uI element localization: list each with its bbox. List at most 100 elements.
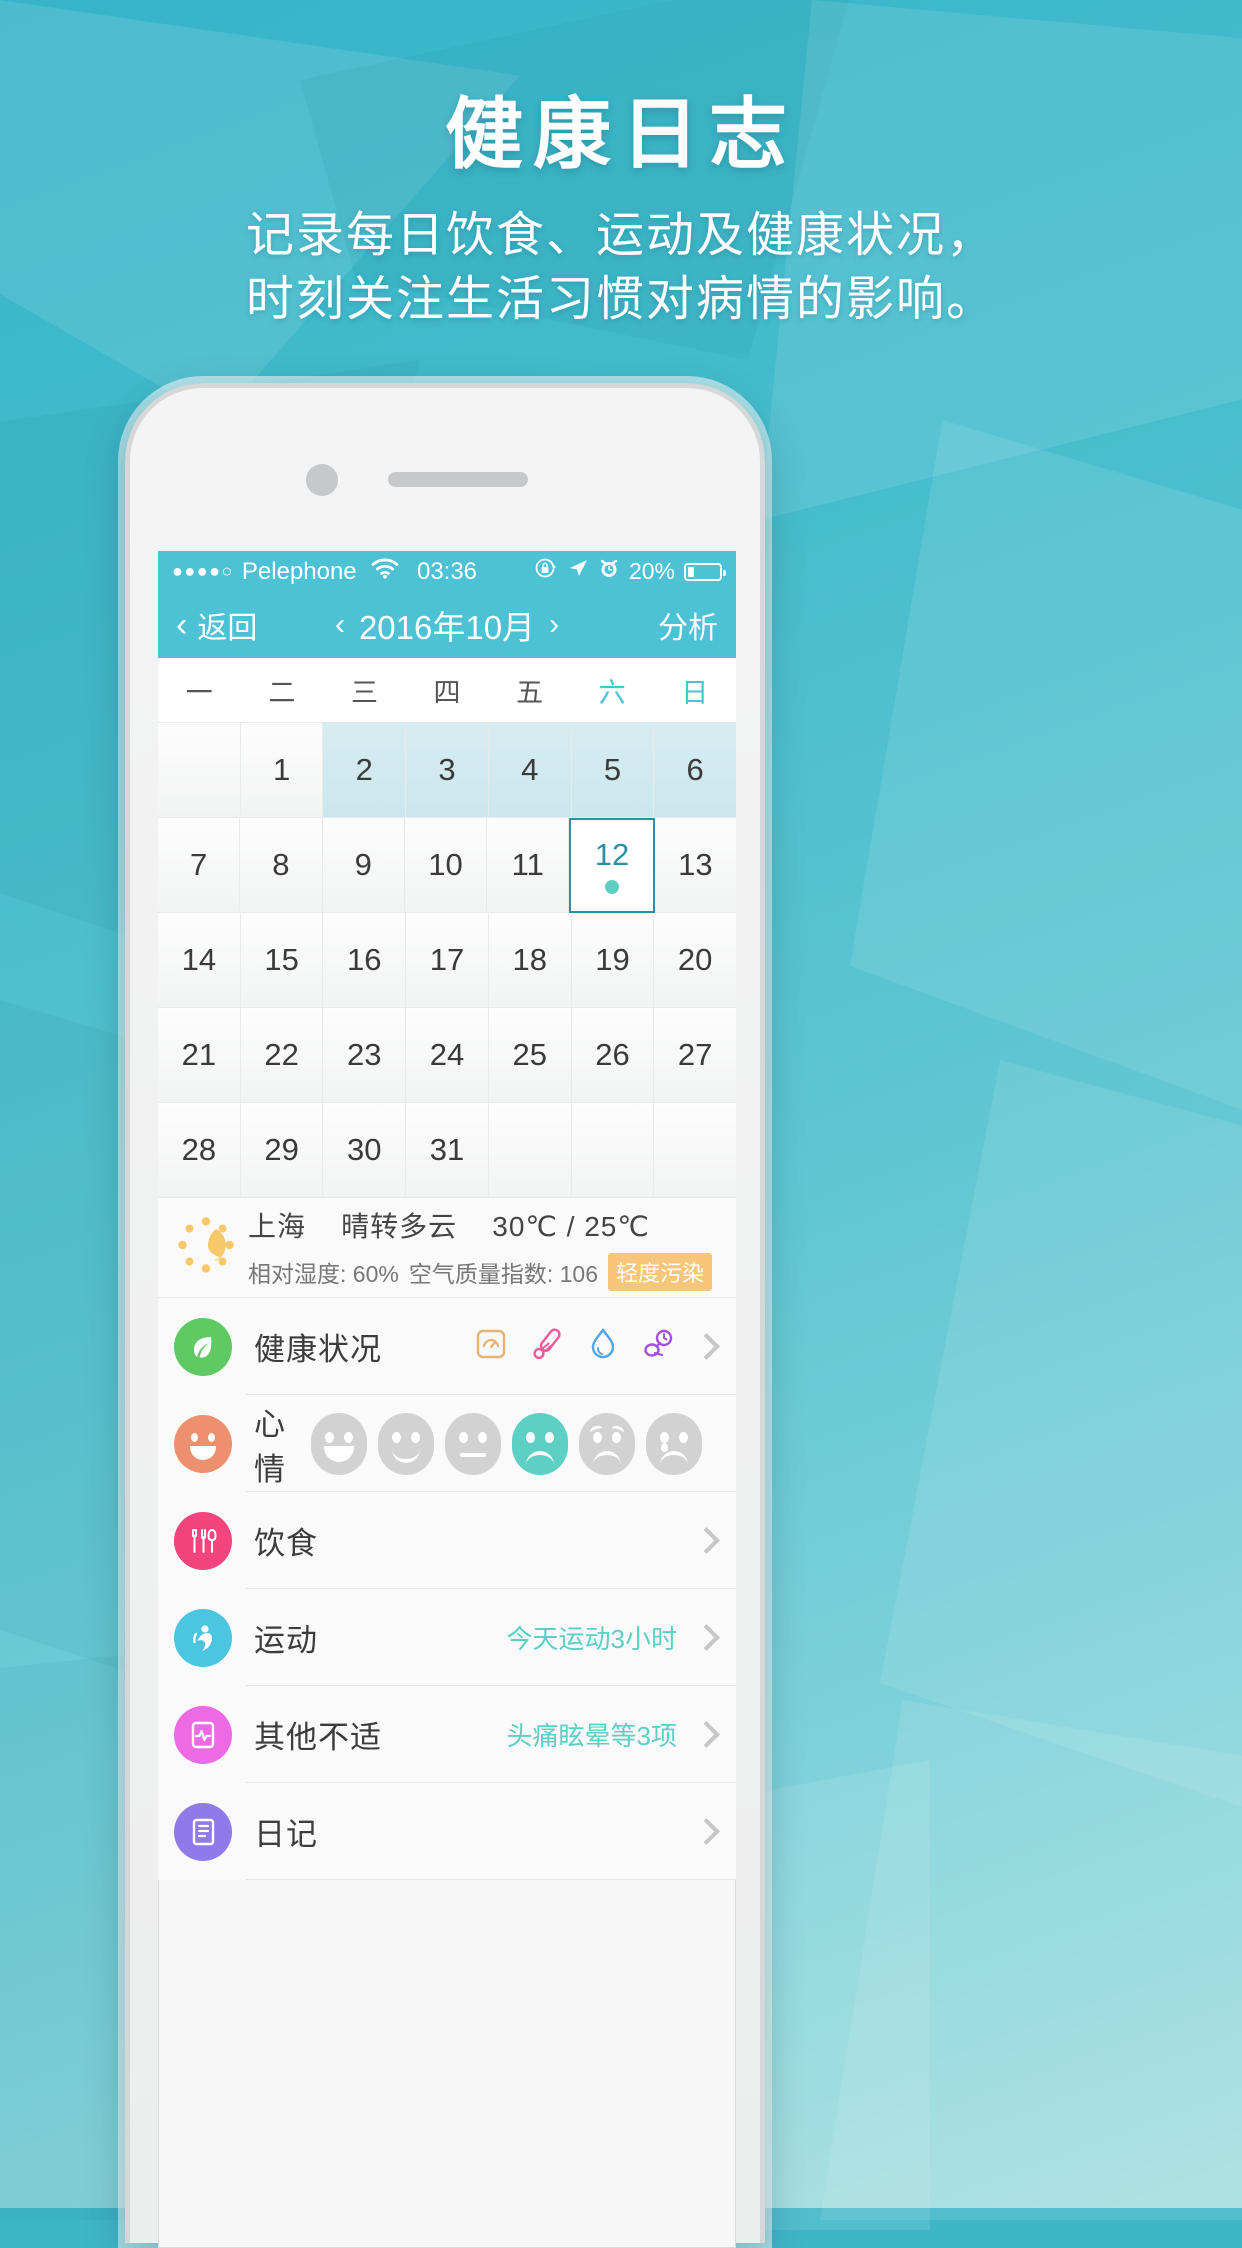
- prev-month-button[interactable]: ‹: [335, 608, 345, 642]
- health-metric-icons: [473, 1326, 677, 1367]
- calendar-row: 14 15 16 17 18 19 20: [158, 913, 736, 1008]
- calendar-day-29[interactable]: 29: [240, 1103, 324, 1198]
- list-item-value: 今天运动3小时: [506, 1624, 677, 1654]
- weekday-6: 日: [681, 677, 709, 708]
- daily-log-list: 上海 晴转多云 30℃ / 25℃ 相对湿度: 60% 空气质量指数: 106 …: [158, 1198, 736, 1880]
- list-item-other-discomfort[interactable]: 其他不适 头痛眩晕等3项: [158, 1686, 736, 1783]
- calendar-day-27[interactable]: 27: [654, 1008, 736, 1103]
- back-button[interactable]: ‹ 返回: [176, 603, 257, 647]
- weekday-1: 二: [268, 677, 296, 708]
- calendar-day-number: 31: [429, 1132, 465, 1167]
- calendar-day-number: 2: [355, 752, 373, 787]
- list-item-label: 健康状况: [254, 1332, 382, 1367]
- weather-row[interactable]: 上海 晴转多云 30℃ / 25℃ 相对湿度: 60% 空气质量指数: 106 …: [158, 1198, 736, 1298]
- chevron-right-icon: [693, 1624, 720, 1651]
- promo-subtitle-line2: 时刻关注生活习惯对病情的影响。: [245, 273, 996, 327]
- blood-pressure-icon[interactable]: [641, 1326, 677, 1367]
- calendar-day-15[interactable]: 15: [240, 913, 324, 1008]
- calendar-day-4[interactable]: 4: [488, 723, 572, 818]
- calendar-day-6[interactable]: 6: [654, 723, 736, 818]
- phone-mockup: ●●●●○ Pelephone 03:36 20% ‹ 返回 ‹ 2016年10…: [125, 383, 765, 2248]
- weather-humidity: 相对湿度: 60%: [248, 1260, 399, 1287]
- list-item-value: 头痛眩晕等3项: [506, 1721, 677, 1751]
- mood-face-smile[interactable]: [378, 1412, 434, 1475]
- weekday-2: 三: [350, 677, 378, 708]
- mood-face-frown[interactable]: [512, 1412, 568, 1475]
- calendar-cell-empty: [654, 1103, 736, 1198]
- calendar-day-number: 6: [686, 752, 704, 787]
- calendar-day-number: 9: [354, 847, 372, 882]
- calendar-day-17[interactable]: 17: [406, 913, 489, 1008]
- calendar-day-31[interactable]: 31: [406, 1103, 489, 1198]
- sun-moon-icon: [174, 1213, 238, 1282]
- calendar-day-16[interactable]: 16: [323, 913, 407, 1008]
- calendar-day-9[interactable]: 9: [322, 818, 405, 913]
- mood-face-cry[interactable]: [646, 1412, 702, 1475]
- mood-face-neutral[interactable]: [445, 1412, 501, 1475]
- calendar-day-18[interactable]: 18: [488, 913, 572, 1008]
- calendar-day-25[interactable]: 25: [488, 1008, 572, 1103]
- chevron-right-icon: [693, 1527, 720, 1554]
- water-drop-icon[interactable]: [585, 1326, 621, 1367]
- chevron-right-icon: [693, 1818, 720, 1845]
- calendar-day-26[interactable]: 26: [571, 1008, 655, 1103]
- next-month-button[interactable]: ›: [549, 608, 559, 642]
- list-item-diet[interactable]: 饮食: [158, 1492, 736, 1589]
- mood-face-worried[interactable]: [579, 1412, 635, 1475]
- battery-icon: [684, 562, 726, 581]
- calendar-day-23[interactable]: 23: [323, 1008, 407, 1103]
- weather-city: 上海: [248, 1210, 307, 1242]
- analyze-button[interactable]: 分析: [658, 603, 718, 647]
- calendar-day-2[interactable]: 2: [323, 723, 407, 818]
- list-item-exercise[interactable]: 运动 今天运动3小时: [158, 1589, 736, 1686]
- alarm-clock-icon: [598, 557, 620, 586]
- calendar-day-14[interactable]: 14: [158, 913, 241, 1008]
- location-arrow-icon: [567, 557, 589, 586]
- calendar-day-1[interactable]: 1: [240, 723, 324, 818]
- calendar-day-number: 30: [347, 1132, 382, 1167]
- list-item-diary[interactable]: 日记: [158, 1783, 736, 1880]
- wifi-icon: [371, 558, 399, 586]
- thermometer-icon[interactable]: [529, 1326, 565, 1367]
- calendar-day-24[interactable]: 24: [406, 1008, 489, 1103]
- calendar-day-28[interactable]: 28: [158, 1103, 241, 1198]
- calendar-day-30[interactable]: 30: [323, 1103, 407, 1198]
- chevron-right-icon: [693, 1721, 720, 1748]
- calendar-day-19[interactable]: 19: [571, 913, 655, 1008]
- calendar-day-number: 24: [429, 1037, 465, 1072]
- weather-temperature: 30℃ / 25℃: [492, 1210, 650, 1242]
- calendar-day-7[interactable]: 7: [158, 818, 241, 913]
- calendar-day-21[interactable]: 21: [158, 1008, 241, 1103]
- list-item-label: 其他不适: [254, 1720, 382, 1755]
- month-title: 2016年10月: [358, 609, 536, 646]
- calendar-day-number: 16: [347, 942, 382, 977]
- calendar-cell-empty: [488, 1103, 572, 1198]
- list-item-health-status[interactable]: 健康状况: [158, 1298, 736, 1395]
- calendar-day-number: 4: [521, 752, 539, 787]
- calendar-day-number: 10: [428, 847, 463, 882]
- calendar-day-number: 11: [511, 847, 544, 882]
- list-item-label: 饮食: [254, 1526, 318, 1561]
- calendar-day-10[interactable]: 10: [404, 818, 488, 913]
- battery-percent: 20%: [628, 558, 675, 584]
- weight-scale-icon[interactable]: [473, 1326, 509, 1367]
- calendar-day-3[interactable]: 3: [406, 723, 489, 818]
- calendar-day-11[interactable]: 11: [487, 818, 570, 913]
- calendar-day-number: 21: [181, 1037, 217, 1072]
- promo-title: 健康日志: [444, 90, 797, 178]
- calendar-day-12[interactable]: 12: [569, 818, 655, 913]
- calendar-day-20[interactable]: 20: [654, 913, 736, 1008]
- cutlery-icon: [174, 1511, 232, 1570]
- phone-screen: ●●●●○ Pelephone 03:36 20% ‹ 返回 ‹ 2016年10…: [158, 551, 736, 2248]
- navigation-bar: ‹ 返回 ‹ 2016年10月 › 分析: [158, 592, 736, 658]
- calendar-grid: 1 2 3 4 5 6 7 8 9 10 11 12 13 14 15 16 17 18 19 20 21 22 23 24 2…: [158, 723, 736, 1198]
- weekday-4: 五: [516, 677, 544, 708]
- mood-face-grin[interactable]: [311, 1412, 367, 1475]
- calendar-day-22[interactable]: 22: [240, 1008, 324, 1103]
- calendar-day-number: 3: [438, 752, 456, 787]
- calendar-day-13[interactable]: 13: [654, 818, 736, 913]
- weather-condition: 晴转多云: [341, 1210, 458, 1242]
- calendar-day-5[interactable]: 5: [571, 723, 655, 818]
- calendar-day-8[interactable]: 8: [240, 818, 323, 913]
- list-item-mood[interactable]: 心情: [158, 1395, 736, 1492]
